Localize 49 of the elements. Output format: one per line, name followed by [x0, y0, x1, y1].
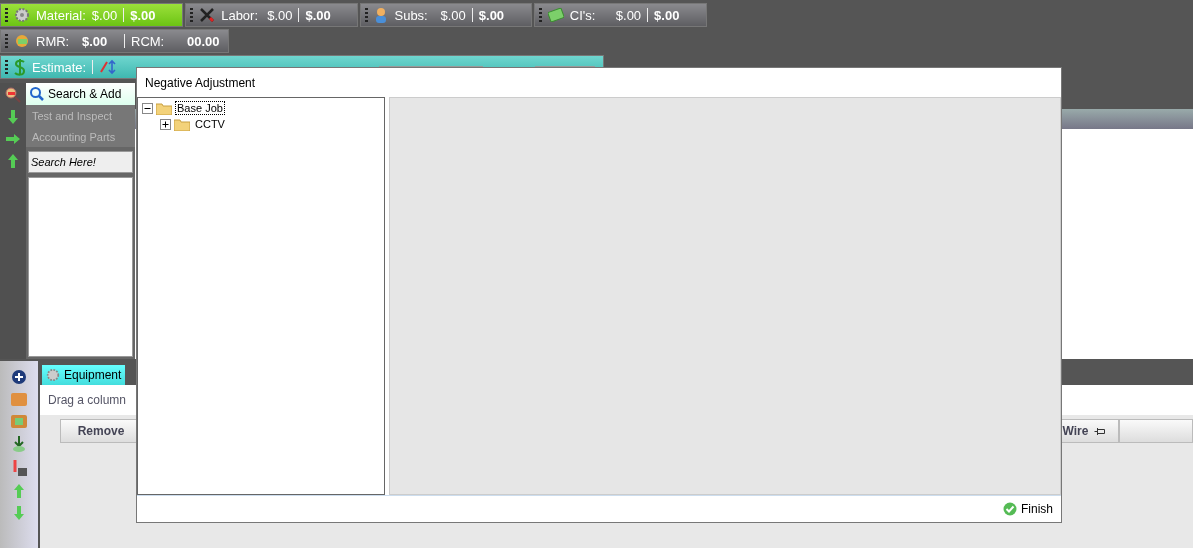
rmr-value: $.00: [82, 33, 109, 49]
folder-icon: [174, 117, 190, 131]
cost-bar[interactable]: Labor: $.00 $.00: [185, 3, 359, 27]
search-add-tab[interactable]: Search & Add: [26, 83, 135, 105]
search-icon: [30, 87, 44, 101]
cost-label: Material:: [36, 7, 86, 23]
cost-label: Labor:: [221, 7, 260, 23]
gear-icon: [46, 368, 60, 382]
cost-amount: $.00: [91, 7, 118, 23]
cost-label: Subs:: [394, 7, 429, 23]
arrow-down-icon[interactable]: [7, 109, 19, 125]
money-icon: [547, 8, 564, 22]
rcm-label: RCM:: [131, 33, 166, 49]
pin-icon[interactable]: [1094, 426, 1106, 436]
cost-label: CI's:: [569, 7, 597, 23]
dialog-title: Negative Adjustment: [144, 74, 257, 92]
arrow-up-icon[interactable]: [7, 153, 19, 169]
rmr-label: RMR:: [36, 33, 71, 49]
tree-node[interactable]: Base Job: [175, 101, 225, 115]
equipment-tab[interactable]: Equipment: [42, 365, 126, 385]
search-field[interactable]: Search Here!: [28, 151, 133, 173]
cost-total: $.00: [305, 7, 332, 23]
arrow-right-icon[interactable]: [5, 133, 21, 145]
dollar-icon: [14, 58, 26, 76]
cost-amount: $.00: [440, 7, 466, 23]
cost-amount: $.00: [267, 7, 293, 23]
cost-total: $.00: [654, 7, 681, 23]
cost-bar[interactable]: Subs: $.00 $.00: [360, 3, 532, 27]
rcm-value: 00.00: [187, 33, 220, 49]
gear-icon: [14, 7, 30, 23]
tools-icon: [199, 7, 216, 23]
person-icon: [374, 7, 389, 23]
column-title: Wire: [1062, 424, 1089, 438]
search-icon[interactable]: [5, 87, 21, 103]
download-icon[interactable]: [11, 435, 27, 453]
add-icon[interactable]: [11, 369, 27, 385]
finish-button[interactable]: Finish: [1001, 500, 1055, 518]
percent-arrows-icon: [99, 59, 118, 75]
tree-node[interactable]: CCTV: [193, 117, 227, 131]
check-icon: [1003, 502, 1017, 516]
folder-icon: [156, 101, 172, 115]
cost-total: $.00: [478, 7, 506, 23]
cost-total: $.00: [130, 7, 157, 23]
estimate-label: Estimate:: [32, 59, 87, 75]
cost-bar[interactable]: CI's: $.00 $.00: [533, 3, 708, 27]
collapse-icon[interactable]: [142, 102, 153, 114]
cost-amount: $.00: [615, 7, 642, 23]
expand-icon[interactable]: [160, 118, 171, 130]
money-icon: [14, 33, 30, 49]
